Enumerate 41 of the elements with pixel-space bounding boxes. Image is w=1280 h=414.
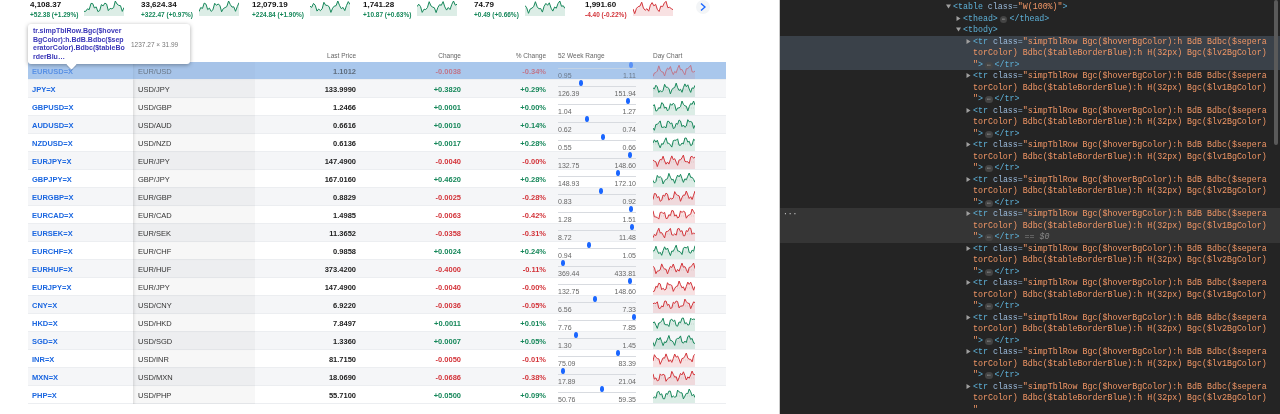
dom-node-row[interactable]: <tbody> [780,24,1280,36]
html-element-code: <tbody> [963,24,999,36]
day-chart-sparkline [653,261,695,277]
html-element-code: <tr class="simpTblRow Bgc($hoverBgColor):h BdB Bdbc($seperatorColor) Bdbc($tableBorderBlue):h H(32px) Bgc($lv2BgColor)" [973,380,1268,414]
day-chart-sparkline [653,387,695,403]
ticker-value: 1,741.28 [363,0,396,10]
day-chart-sparkline [653,297,695,313]
day-chart-sparkline [653,189,695,205]
ticker-value: 33,624.34 [141,0,178,10]
day-chart-sparkline [653,243,695,259]
sparkline-chart [84,0,125,16]
sparkline-chart [199,0,240,16]
day-chart-sparkline [653,333,695,349]
day-chart-sparkline [653,351,695,367]
html-element-code: <table class="W(100%)"> [953,1,1069,13]
day-chart-sparkline [653,99,695,115]
day-chart-sparkline [653,369,695,385]
sparkline-chart [417,0,458,16]
day-chart-sparkline [653,81,695,97]
next-chevron-button[interactable] [696,0,710,14]
day-chart-sparkline [653,279,695,295]
day-chart-sparkline [653,171,695,187]
ticker-value: 4,108.37 [30,0,63,10]
ticker-value: 1,991.60 [585,0,618,10]
day-chart-sparkline [653,315,695,331]
chevron-right-icon[interactable] [700,3,706,11]
day-chart-sparkline [653,153,695,169]
day-chart-sparkline [653,207,695,223]
day-chart-sparkline [653,135,695,151]
sparkline-chart [524,0,565,16]
ticker-value: 12,079.19 [252,0,289,10]
day-chart-sparkline [653,63,695,79]
sparkline-chart [632,0,673,16]
node-menu-button[interactable]: ··· [783,208,798,220]
scrollbar[interactable] [1274,0,1278,145]
sparkline-chart [310,0,351,16]
day-chart-sparkline [653,117,695,133]
dom-node-row[interactable]: <table class="W(100%)"> [780,1,1280,13]
day-chart-sparkline [653,225,695,241]
dom-node-row[interactable]: <tr class="simpTblRow Bgc($hoverBgColor):h BdB Bdbc($seperatorColor) Bdbc($tableBorderBlue):h H(32px) Bgc($lv2BgColor)" [780,380,1280,414]
ticker-value: 74.79 [474,0,496,10]
